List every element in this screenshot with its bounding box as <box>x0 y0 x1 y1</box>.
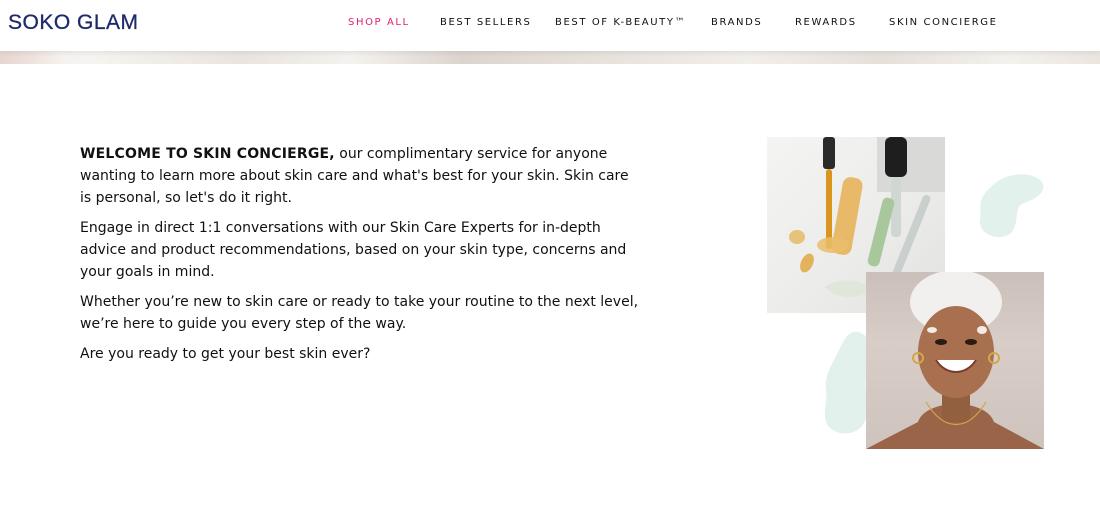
nav-shop-all[interactable]: SHOP ALL <box>348 17 410 28</box>
smiling-woman-portrait-image <box>866 272 1044 449</box>
intro-lead: WELCOME TO SKIN CONCIERGE, <box>80 146 335 162</box>
nav-rewards[interactable]: REWARDS <box>795 17 857 28</box>
portrait-illustration <box>866 272 1044 449</box>
mint-blob-decoration <box>979 174 1044 238</box>
intro-paragraph: WELCOME TO SKIN CONCIERGE, our complimen… <box>80 143 640 209</box>
skin-concierge-intro: WELCOME TO SKIN CONCIERGE, our complimen… <box>80 143 640 373</box>
question-paragraph: Are you ready to get your best skin ever… <box>80 346 371 362</box>
nav-best-of-k-beauty[interactable]: BEST OF K-BEAUTY™ <box>555 17 686 28</box>
hero-image-strip <box>0 51 1100 64</box>
site-header: SOKO GLAM SHOP ALL BEST SELLERS BEST OF … <box>0 0 1100 51</box>
consultation-paragraph: Engage in direct 1:1 conversations with … <box>80 220 627 280</box>
nav-skin-concierge[interactable]: SKIN CONCIERGE <box>889 17 998 28</box>
guide-paragraph: Whether you’re new to skin care or ready… <box>80 294 639 332</box>
nav-brands[interactable]: BRANDS <box>711 17 762 28</box>
main-nav: SHOP ALL BEST SELLERS BEST OF K-BEAUTY™ … <box>0 17 1100 31</box>
nav-best-sellers[interactable]: BEST SELLERS <box>440 17 531 28</box>
